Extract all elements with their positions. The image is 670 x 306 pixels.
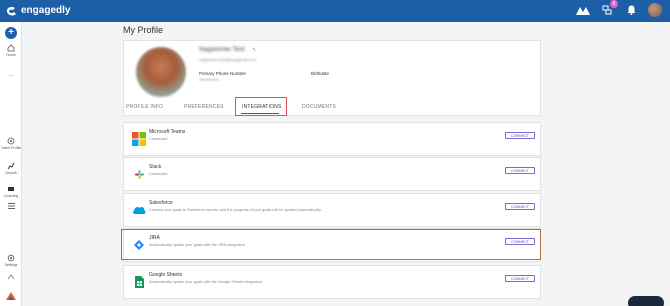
sidebar-item-home[interactable]: Home [0,44,22,57]
engagedly-logo[interactable]: engagedly [6,5,70,16]
sidebar-item-label: Talent Profile [0,146,22,150]
integration-card-salesforce: Salesforce Connect your goals to Salesfo… [123,193,541,227]
user-avatar-menu[interactable] [648,3,662,17]
talent-profile-icon [7,137,15,145]
integrations-tab-highlight [235,97,287,116]
profile-photo[interactable] [136,47,186,97]
microsoft-teams-icon [132,132,146,146]
help-widget-button[interactable] [628,296,664,306]
bell-icon[interactable] [624,3,638,17]
integration-name: Google Sheets [149,272,183,278]
engagedly-logo-icon [7,7,16,16]
hamburger-icon [7,203,15,209]
sidebar-item-label: Growth [5,171,17,175]
connect-button[interactable]: CONNECT [505,203,535,210]
tab-preferences[interactable]: PREFERENCES [184,104,224,110]
avatar [648,3,662,17]
phone-label: Primary Phone Number [199,71,247,76]
edit-name-icon[interactable]: ✎ [252,47,256,53]
sidebar-item-label: Home [6,53,16,57]
profile-name: Nagashree Test [199,46,245,53]
integration-card-google-sheets: Google Sheets Automatically update your … [123,265,541,299]
integration-name: Slack [149,164,162,170]
chevron-up-icon [7,274,15,280]
integration-description: Connected - [149,137,170,141]
brand-mark-icon [6,292,16,300]
coaching-icon [8,187,14,191]
brand-name: engagedly [21,5,71,16]
sidebar-footer-logo [0,292,22,300]
integration-description: Connected - [149,172,170,176]
more-icon: ... [8,72,14,78]
sidebar-item-growth[interactable]: Growth [0,162,22,175]
sidebar-item-more[interactable]: ... [0,72,22,78]
jira-card-highlight [121,229,541,260]
salesforce-icon [132,203,146,217]
switch-icon[interactable]: 6 [600,0,618,17]
integration-card-slack: Slack Connected - CONNECT [123,157,541,191]
sidebar-item-menu[interactable] [0,203,22,209]
kudos-icon[interactable] [576,3,590,17]
plus-icon: + [5,27,17,39]
sidebar-item-coaching[interactable]: Coaching [0,185,22,198]
quick-add-button[interactable]: + [0,27,22,39]
integration-description: Connect your goals to Salesforce reports… [149,208,322,212]
top-navigation-bar: engagedly 6 [0,0,670,22]
sidebar-item-label: Coaching [3,194,19,198]
page-title: My Profile [123,25,164,35]
birthdate-label: Birthdate [311,71,330,76]
connect-button[interactable]: CONNECT [505,132,535,139]
growth-icon [7,162,15,170]
tab-documents[interactable]: DOCUMENTS [302,104,336,110]
phone-value: 9999999999 [199,78,219,82]
integration-card-microsoft-teams: Microsoft Teams Connected - CONNECT [123,122,541,156]
sidebar-item-collapse[interactable] [0,274,22,280]
sidebar-item-talent-profile[interactable]: Talent Profile [0,137,22,150]
slack-icon [132,167,146,181]
google-sheets-icon [132,275,146,289]
sidebar-item-settings[interactable]: Settings [0,254,22,267]
profile-card: Nagashree Test ✎ nagashree.test@engagedl… [123,40,541,116]
integration-name: Salesforce [149,200,173,206]
connect-button[interactable]: CONNECT [505,167,535,174]
sidebar-item-label: Settings [4,263,18,267]
notification-badge: 6 [610,0,618,8]
integration-name: Microsoft Teams [149,129,186,135]
profile-email: nagashree.test@engagedly.com [199,57,257,62]
connect-button[interactable]: CONNECT [505,275,535,282]
tab-profile-info[interactable]: PROFILE INFO [126,104,163,110]
gear-icon [7,254,15,262]
home-icon [7,44,15,52]
integration-description: Automatically update your goals with the… [149,280,263,284]
left-sidebar: + Home ... Talent Profile Growth Coachin… [0,22,22,306]
